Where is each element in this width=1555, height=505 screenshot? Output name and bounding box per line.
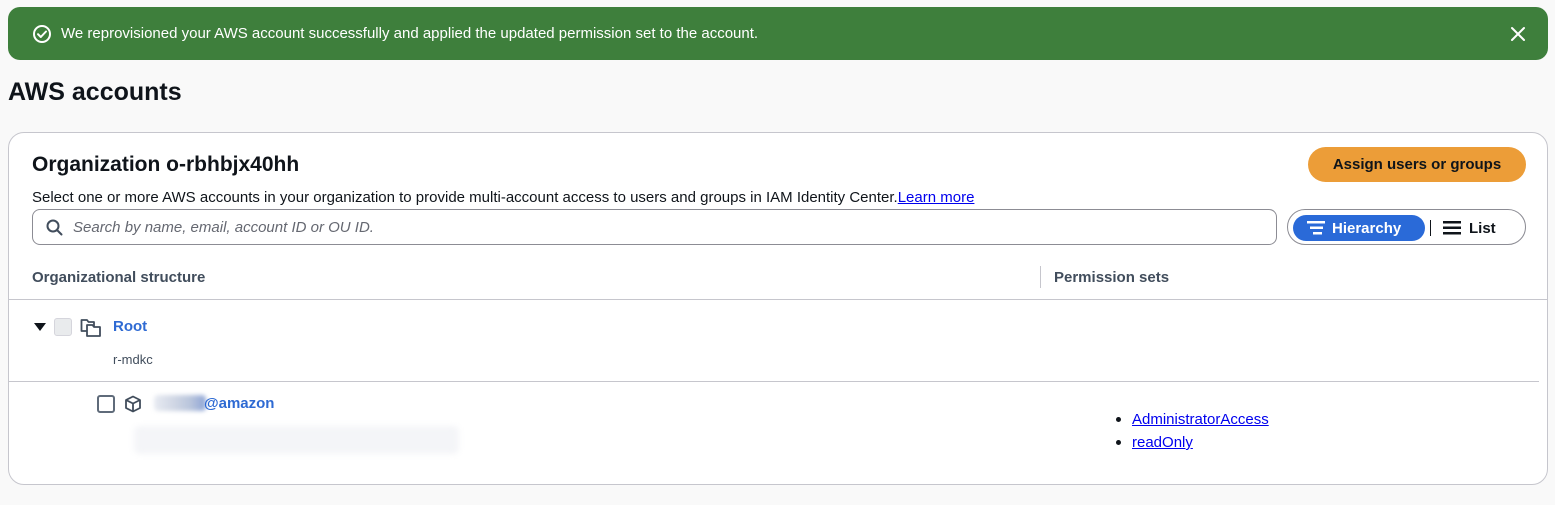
hierarchy-label: Hierarchy — [1332, 219, 1402, 237]
account-checkbox[interactable] — [97, 395, 115, 413]
redacted-account-prefix — [154, 395, 206, 411]
page-title: AWS accounts — [8, 78, 182, 106]
view-toggle: Hierarchy List — [1287, 209, 1526, 245]
check-circle-icon — [33, 25, 51, 43]
account-cube-icon — [125, 395, 141, 413]
list-toggle-button[interactable]: List — [1443, 215, 1496, 241]
organization-container: Organization o-rbhbjx40hh Assign users o… — [8, 132, 1548, 485]
column-divider — [1040, 266, 1041, 288]
header-divider — [9, 299, 1547, 300]
list-item: AdministratorAccess — [1114, 408, 1269, 431]
list-item: readOnly — [1114, 431, 1269, 454]
search-input[interactable] — [73, 215, 1263, 239]
success-flash-banner: We reprovisioned your AWS account succes… — [8, 7, 1548, 60]
root-checkbox — [54, 318, 72, 336]
list-icon — [1443, 221, 1461, 235]
close-icon[interactable] — [1508, 24, 1528, 44]
redacted-account-details — [134, 426, 459, 454]
toggle-divider — [1430, 220, 1431, 236]
learn-more-link[interactable]: Learn more — [898, 189, 975, 206]
assign-users-or-groups-button[interactable]: Assign users or groups — [1308, 147, 1526, 182]
organizational-unit-icon — [80, 319, 101, 337]
organization-title: Organization o-rbhbjx40hh — [32, 153, 300, 176]
permission-sets-list: AdministratorAccess readOnly — [1114, 408, 1269, 454]
flash-message: We reprovisioned your AWS account succes… — [61, 25, 759, 42]
root-link[interactable]: Root — [113, 317, 147, 337]
description-text: Select one or more AWS accounts in your … — [32, 189, 898, 206]
search-box — [32, 209, 1277, 245]
search-icon — [46, 219, 63, 236]
root-id: r-mdkc — [113, 352, 153, 367]
account-name-link[interactable]: @amazon — [204, 394, 274, 414]
permission-set-link-administratoraccess[interactable]: AdministratorAccess — [1132, 411, 1269, 428]
column-header-permission-sets: Permission sets — [1054, 269, 1170, 286]
caret-down-icon[interactable] — [33, 320, 47, 334]
hierarchy-icon — [1307, 221, 1325, 235]
list-label: List — [1469, 219, 1496, 237]
organization-description: Select one or more AWS accounts in your … — [32, 188, 974, 208]
column-header-organizational-structure: Organizational structure — [32, 269, 206, 286]
row-divider — [9, 381, 1539, 382]
permission-set-link-readonly[interactable]: readOnly — [1132, 434, 1193, 451]
hierarchy-toggle-button[interactable]: Hierarchy — [1293, 215, 1425, 241]
